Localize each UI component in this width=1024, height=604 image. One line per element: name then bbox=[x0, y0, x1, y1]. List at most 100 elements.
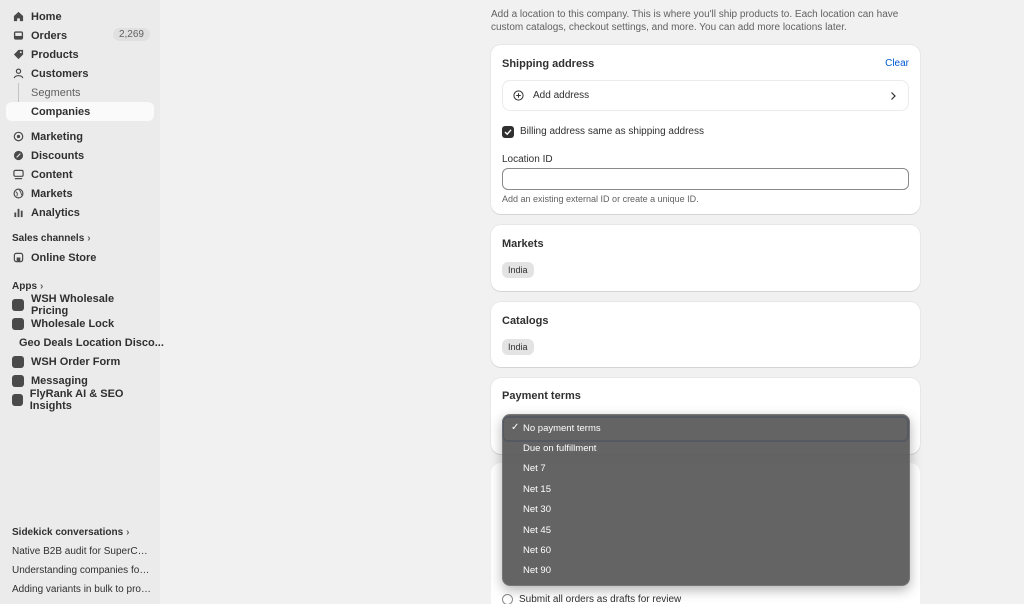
chevron-right-icon: › bbox=[126, 527, 130, 538]
nav-companies-label: Companies bbox=[31, 105, 91, 118]
app-label: WSH Wholesale Pricing bbox=[30, 292, 115, 317]
app-item[interactable]: Geo Deals Location Disco... bbox=[6, 333, 164, 352]
app-item[interactable]: Wholesale Lock bbox=[6, 314, 154, 333]
nav-markets-label: Markets bbox=[31, 187, 73, 200]
app-icon bbox=[12, 393, 23, 406]
app-label: FlyRank AI & SEO Insights bbox=[29, 387, 124, 412]
payment-option[interactable]: ✓ No payment terms bbox=[502, 418, 910, 438]
app-item[interactable]: WSH Order Form bbox=[6, 352, 154, 371]
nav-orders-label: Orders bbox=[31, 29, 68, 42]
catalogs-title: Catalogs bbox=[502, 315, 549, 327]
nav-marketing[interactable]: Marketing bbox=[6, 127, 154, 146]
app-label: WSH Order Form bbox=[31, 355, 121, 368]
nav-customers-label: Customers bbox=[31, 67, 89, 80]
shipping-address-card: Shipping address Clear Add address Billi… bbox=[491, 45, 920, 214]
payment-terms-dropdown: ✓ No payment terms Due on fulfillment Ne… bbox=[502, 414, 910, 586]
sales-channels-label: Sales channels bbox=[12, 233, 85, 244]
lock-icon bbox=[12, 317, 24, 330]
sidebar: Home Orders 2,269 Products Customers Seg… bbox=[0, 0, 164, 604]
submit-drafts-label: Submit all orders as drafts for review bbox=[519, 594, 682, 604]
nav-customers[interactable]: Customers bbox=[6, 64, 154, 83]
location-id-label: Location ID bbox=[502, 154, 553, 165]
sidekick-conversation[interactable]: Understanding companies for ... bbox=[12, 565, 152, 576]
nav-companies[interactable]: Companies bbox=[6, 102, 154, 121]
discount-icon bbox=[12, 149, 25, 162]
nav-home-label: Home bbox=[31, 10, 62, 23]
app-item[interactable]: WSH Wholesale Pricing bbox=[6, 292, 154, 317]
app-icon bbox=[12, 298, 24, 311]
sidekick-heading[interactable]: Sidekick conversations › bbox=[12, 527, 130, 538]
nav-orders[interactable]: Orders 2,269 bbox=[6, 26, 154, 45]
bar-chart-icon bbox=[12, 206, 25, 219]
nav-segments[interactable]: Segments bbox=[6, 83, 154, 102]
nav-online-store[interactable]: Online Store bbox=[6, 248, 154, 267]
chevron-right-icon bbox=[891, 92, 896, 100]
nav-content-label: Content bbox=[31, 168, 73, 181]
nav-segments-label: Segments bbox=[31, 86, 81, 99]
sidekick-conversation[interactable]: Native B2B audit for SuperCover bbox=[12, 546, 152, 557]
nav-markets[interactable]: Markets bbox=[6, 184, 154, 203]
payment-option[interactable]: Net 45 bbox=[502, 520, 910, 540]
payment-option-label: Net 45 bbox=[523, 524, 551, 536]
markets-card: Markets India bbox=[491, 225, 920, 291]
checkmark-icon: ✓ bbox=[511, 422, 520, 433]
app-label: Geo Deals Location Disco... bbox=[19, 336, 164, 349]
sidekick-label: Sidekick conversations bbox=[12, 527, 124, 538]
apps-heading[interactable]: Apps › bbox=[12, 281, 43, 292]
location-intro-text: Add a location to this company. This is … bbox=[491, 9, 899, 33]
payment-option-label: Net 90 bbox=[523, 565, 551, 577]
store-icon bbox=[12, 251, 25, 264]
plus-circle-icon bbox=[513, 90, 524, 101]
submit-drafts-radio[interactable] bbox=[502, 594, 513, 604]
app-icon bbox=[12, 355, 24, 368]
nav-products[interactable]: Products bbox=[6, 45, 154, 64]
payment-option[interactable]: Net 7 bbox=[502, 459, 910, 479]
tag-icon bbox=[12, 48, 25, 61]
nav-content[interactable]: Content bbox=[6, 165, 154, 184]
add-address-button[interactable]: Add address bbox=[502, 80, 909, 111]
inbox-icon bbox=[12, 29, 25, 42]
nav-analytics-label: Analytics bbox=[31, 206, 80, 219]
payment-option[interactable]: Net 15 bbox=[502, 479, 910, 499]
location-id-input[interactable] bbox=[502, 168, 909, 190]
payment-option-label: No payment terms bbox=[523, 422, 601, 434]
home-icon bbox=[12, 10, 25, 23]
checkmark-icon bbox=[504, 129, 512, 136]
payment-option[interactable]: Due on fulfillment bbox=[502, 438, 910, 458]
nav-products-label: Products bbox=[31, 48, 79, 61]
payment-option-label: Net 7 bbox=[523, 463, 546, 475]
app-label: Wholesale Lock bbox=[31, 317, 115, 330]
payment-option[interactable]: Net 90 bbox=[502, 561, 910, 581]
nav-discounts[interactable]: Discounts bbox=[6, 146, 154, 165]
payment-option-label: Net 60 bbox=[523, 545, 551, 557]
market-tag: India bbox=[502, 262, 534, 278]
nav-online-store-label: Online Store bbox=[31, 251, 97, 264]
target-icon bbox=[12, 130, 25, 143]
payment-option[interactable]: Net 60 bbox=[502, 540, 910, 560]
sidekick-conversation[interactable]: Adding variants in bulk to prod... bbox=[12, 584, 152, 595]
payment-option-label: Due on fulfillment bbox=[523, 443, 597, 455]
payment-terms-title: Payment terms bbox=[502, 390, 581, 402]
catalogs-card: Catalogs India bbox=[491, 302, 920, 367]
apps-label: Apps bbox=[12, 281, 37, 292]
person-icon bbox=[12, 67, 25, 80]
app-label: Messaging bbox=[31, 374, 88, 387]
orders-count-badge: 2,269 bbox=[112, 28, 150, 41]
clear-button[interactable]: Clear bbox=[885, 58, 909, 69]
globe-icon bbox=[12, 187, 25, 200]
payment-option[interactable]: Net 30 bbox=[502, 500, 910, 520]
sales-channels-heading[interactable]: Sales channels › bbox=[12, 233, 91, 244]
payment-option-label: Net 15 bbox=[523, 483, 551, 495]
nav-discounts-label: Discounts bbox=[31, 149, 85, 162]
add-address-label: Add address bbox=[533, 90, 590, 101]
nav-analytics[interactable]: Analytics bbox=[6, 203, 154, 222]
app-item[interactable]: FlyRank AI & SEO Insights bbox=[6, 387, 154, 412]
billing-same-label: Billing address same as shipping address bbox=[520, 126, 704, 137]
chevron-right-icon: › bbox=[87, 233, 91, 244]
location-id-help: Add an existing external ID or create a … bbox=[502, 194, 699, 204]
billing-same-checkbox[interactable] bbox=[502, 126, 514, 138]
nav-home[interactable]: Home bbox=[6, 7, 154, 26]
shipping-address-title: Shipping address bbox=[502, 58, 595, 70]
chevron-right-icon: › bbox=[40, 281, 44, 292]
message-icon bbox=[12, 374, 24, 387]
